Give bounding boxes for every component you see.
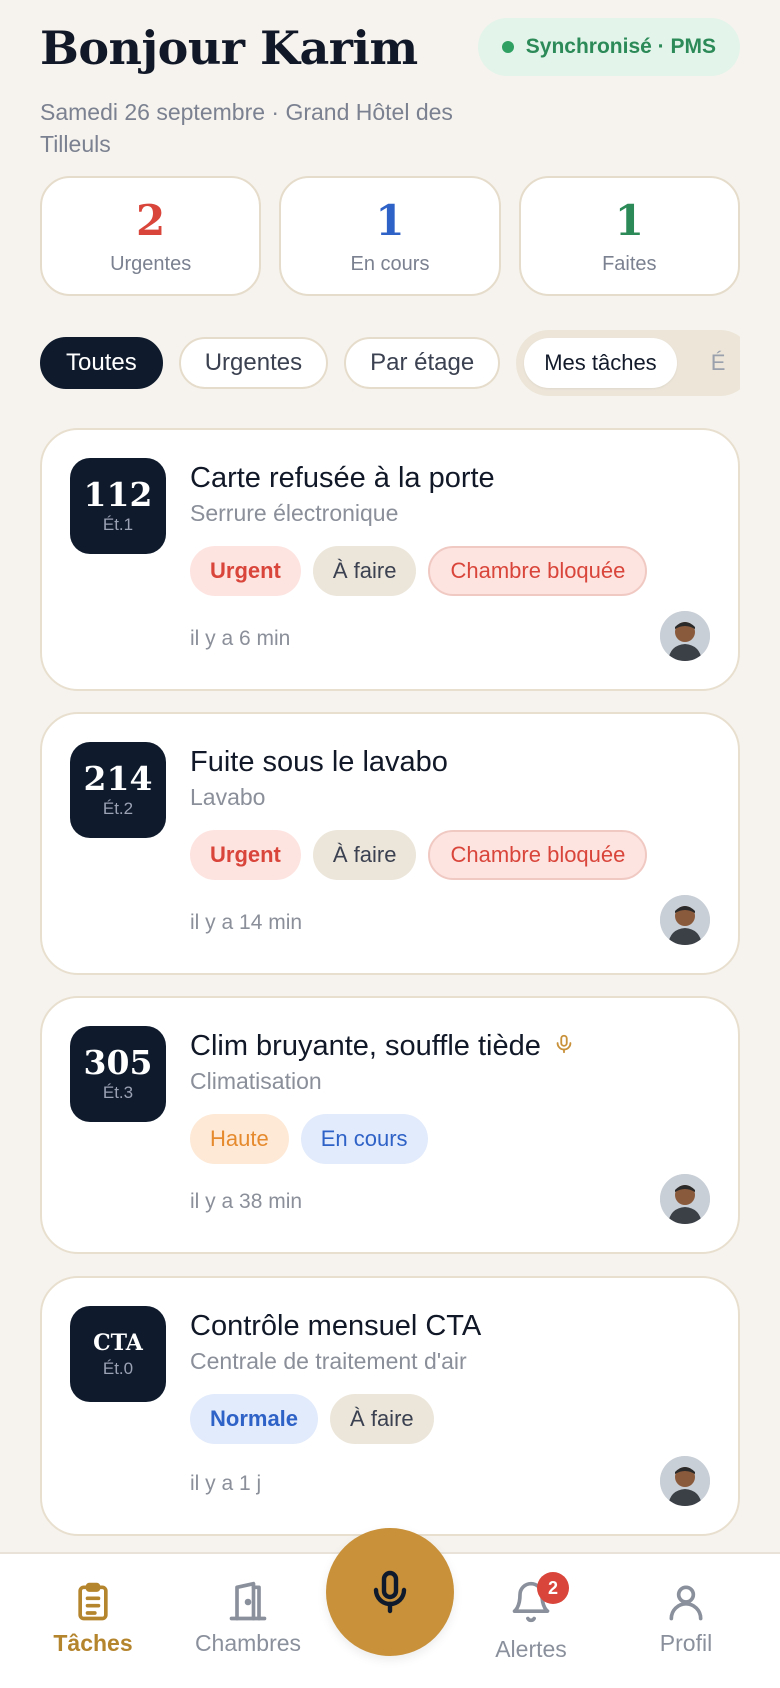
sync-status-badge[interactable]: Synchronisé · PMS: [477, 18, 740, 76]
task-card[interactable]: CTA Ét.0 Contrôle mensuel CTA Centrale d…: [40, 1276, 740, 1536]
assignee-avatar[interactable]: [660, 1174, 710, 1224]
task-time: il y a 38 min: [190, 1190, 303, 1213]
task-tags: Haute En cours: [190, 1114, 710, 1164]
stats-row: 2 Urgentes 1 En cours 1 Faites: [40, 176, 740, 296]
tab-profile-label: Profil: [659, 1630, 713, 1656]
task-time: il y a 6 min: [190, 627, 291, 650]
door-icon: [229, 1581, 267, 1621]
task-title: Carte refusée à la porte: [190, 462, 495, 494]
voice-record-button[interactable]: [326, 1528, 454, 1656]
segment-team[interactable]: É: [691, 338, 740, 388]
room-badge: 305 Ét.3: [70, 1026, 166, 1122]
status-tag: En cours: [300, 1114, 428, 1164]
stat-urgent-value: 2: [136, 195, 166, 245]
task-time: il y a 1 j: [190, 1472, 262, 1495]
task-title: Fuite sous le lavabo: [190, 746, 448, 778]
task-card[interactable]: 214 Ét.2 Fuite sous le lavabo Lavabo Urg…: [40, 712, 740, 975]
stat-done-label: Faites: [602, 252, 657, 275]
tab-rooms-label: Chambres: [194, 1630, 302, 1656]
filter-chip-by-floor[interactable]: Par étage: [344, 337, 501, 389]
segment-my-tasks[interactable]: Mes tâches: [524, 338, 677, 388]
sync-status-label: Synchronisé · PMS: [525, 35, 716, 58]
stat-in-progress-label: En cours: [350, 252, 430, 275]
task-equipment: Lavabo: [190, 784, 266, 810]
room-number: CTA: [93, 1330, 143, 1356]
task-time: il y a 14 min: [190, 911, 303, 934]
task-title: Clim bruyante, souffle tiède: [190, 1028, 710, 1064]
room-floor: Ét.2: [102, 799, 134, 818]
tab-profile[interactable]: Profil: [611, 1580, 761, 1657]
task-tags: Urgent À faire Chambre bloquée: [190, 546, 710, 596]
room-badge: CTA Ét.0: [70, 1306, 166, 1402]
tab-rooms[interactable]: Chambres: [173, 1580, 323, 1657]
room-floor: Ét.3: [102, 1083, 134, 1102]
room-blocked-tag: Chambre bloquée: [428, 830, 648, 880]
room-floor: Ét.0: [102, 1359, 134, 1378]
stat-done-value: 1: [614, 195, 644, 245]
task-card[interactable]: 112 Ét.1 Carte refusée à la porte Serrur…: [40, 428, 740, 691]
status-tag: À faire: [330, 1394, 434, 1444]
stat-done[interactable]: 1 Faites: [518, 176, 740, 296]
task-card[interactable]: 305 Ét.3 Clim bruyante, souffle tiède Cl…: [40, 996, 740, 1254]
stat-in-progress[interactable]: 1 En cours: [279, 176, 501, 296]
room-floor: Ét.1: [102, 515, 134, 534]
room-number: 214: [83, 759, 153, 798]
assignee-avatar[interactable]: [660, 611, 710, 661]
microphone-icon: [373, 1570, 407, 1614]
task-tags: Normale À faire: [190, 1394, 710, 1444]
user-icon: [669, 1585, 703, 1621]
task-equipment: Serrure électronique: [190, 500, 399, 526]
filter-chip-all[interactable]: Toutes: [40, 337, 163, 389]
tab-tasks[interactable]: Tâches: [18, 1580, 168, 1657]
room-badge: 112 Ét.1: [70, 458, 166, 554]
priority-tag: Haute: [190, 1114, 289, 1164]
room-badge: 214 Ét.2: [70, 742, 166, 838]
stat-in-progress-value: 1: [375, 195, 405, 245]
filter-bar: Toutes Urgentes Par étage Mes tâches É: [40, 330, 740, 396]
room-number: 305: [83, 1043, 153, 1082]
assignee-avatar[interactable]: [660, 1456, 710, 1506]
alerts-count-badge: 2: [537, 1572, 569, 1604]
task-equipment: Centrale de traitement d'air: [190, 1348, 467, 1374]
tab-alerts[interactable]: 2 Alertes: [456, 1572, 606, 1663]
status-tag: À faire: [312, 546, 417, 596]
status-tag: À faire: [312, 830, 417, 880]
task-tags: Urgent À faire Chambre bloquée: [190, 830, 710, 880]
header: Bonjour Karim Samedi 26 septembre · Gran…: [40, 18, 740, 160]
date-hotel-subtitle: Samedi 26 septembre · Grand Hôtel des Ti…: [40, 99, 453, 157]
priority-tag: Urgent: [190, 830, 301, 880]
status-dot-icon: [501, 41, 514, 53]
microphone-icon: [553, 1028, 575, 1064]
room-blocked-tag: Chambre bloquée: [428, 546, 648, 596]
assignee-avatar[interactable]: [660, 895, 710, 945]
task-equipment: Climatisation: [190, 1068, 322, 1094]
room-number: 112: [83, 475, 153, 514]
assignment-segmented-control: Mes tâches É: [516, 330, 740, 396]
task-title: Contrôle mensuel CTA: [190, 1310, 482, 1342]
priority-tag: Urgent: [190, 546, 301, 596]
stat-urgent-label: Urgentes: [110, 252, 192, 275]
tab-tasks-label: Tâches: [53, 1630, 133, 1656]
clipboard-list-icon: [78, 1582, 108, 1621]
priority-tag: Normale: [190, 1394, 319, 1444]
stat-urgent[interactable]: 2 Urgentes: [40, 176, 262, 296]
filter-chip-urgent[interactable]: Urgentes: [178, 337, 329, 389]
tab-alerts-label: Alertes: [495, 1636, 567, 1662]
